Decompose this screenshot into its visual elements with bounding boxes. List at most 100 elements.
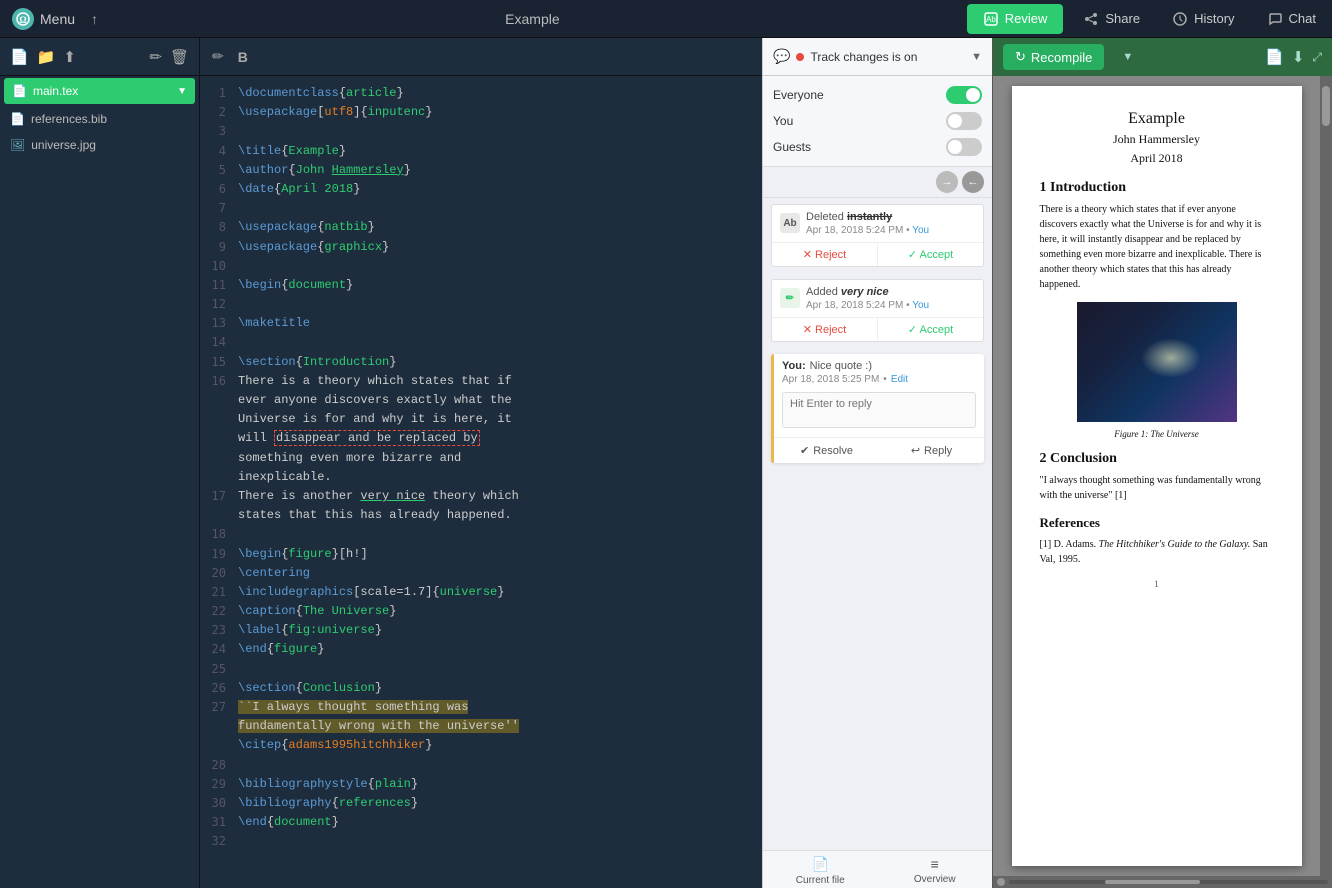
pdf-intro-text: There is a theory which states that if e… xyxy=(1040,202,1274,292)
deleted-reject-button[interactable]: ✕ Reject xyxy=(772,243,878,266)
scroll-right-icon[interactable]: → xyxy=(936,171,958,193)
reply-button[interactable]: ↩ Reply xyxy=(879,438,984,463)
code-line-27c: \citep{adams1995hitchhiker} xyxy=(238,736,754,755)
current-file-label: Current file xyxy=(796,875,845,886)
code-line-30: \bibliography{references} xyxy=(238,794,754,813)
code-line-15: \section{Introduction} xyxy=(238,353,754,372)
code-content[interactable]: \documentclass{article} \usepackage[utf8… xyxy=(230,76,762,888)
track-dropdown-icon[interactable]: ▼ xyxy=(971,51,982,63)
scroll-left-arrow[interactable] xyxy=(997,878,1005,886)
deleted-change-header: Ab Deleted instantly Apr 18, 2018 5:24 P… xyxy=(772,205,983,242)
comment-author: You: xyxy=(782,360,806,372)
guests-toggle[interactable] xyxy=(946,138,982,156)
comment-edit-link[interactable]: Edit xyxy=(891,374,908,385)
bold-icon[interactable]: B xyxy=(234,45,252,69)
line-numbers: 12345 678910 1112131415 16 17 18 1920212… xyxy=(200,76,230,888)
track-dot xyxy=(796,53,804,61)
code-line-17b: states that this has already happened. xyxy=(238,506,754,525)
added-change-text: Added very nice Apr 18, 2018 5:24 PM • Y… xyxy=(806,286,975,311)
reply-icon: ↩ xyxy=(911,444,920,457)
brand-icon: Ω xyxy=(12,8,34,30)
sidebar-item-references-bib[interactable]: 📄 references.bib xyxy=(0,106,199,132)
pdf-date: April 2018 xyxy=(1040,151,1274,166)
added-change-card: ✏ Added very nice Apr 18, 2018 5:24 PM •… xyxy=(771,279,984,342)
code-line-8: \usepackage{natbib} xyxy=(238,218,754,237)
code-line-11: \begin{document} xyxy=(238,276,754,295)
track-changes-label: Track changes is on xyxy=(810,50,965,64)
pdf-download-icon[interactable]: ⬇ xyxy=(1292,48,1305,66)
comment-body: Nice quote :) xyxy=(810,360,872,372)
pdf-bottom-scrollbar[interactable] xyxy=(993,876,1332,888)
pdf-title: Example xyxy=(1040,110,1274,128)
chat-button[interactable]: Chat xyxy=(1251,0,1332,38)
overview-nav[interactable]: ≡ Overview xyxy=(878,851,993,888)
upload-icon[interactable]: ⬆ xyxy=(63,48,76,66)
recompile-button[interactable]: ↻ Recompile xyxy=(1003,44,1104,70)
editor-content[interactable]: 12345 678910 1112131415 16 17 18 1920212… xyxy=(200,76,762,888)
sidebar-item-universe-jpg[interactable]: 🖼 universe.jpg xyxy=(0,132,199,158)
comment-reply-input[interactable] xyxy=(782,392,976,428)
code-line-20: \centering xyxy=(238,564,754,583)
brand-menu[interactable]: Ω Menu xyxy=(0,8,87,30)
pdf-conclusion-text: "I always thought something was fundamen… xyxy=(1040,473,1274,503)
deleted-accept-button[interactable]: ✓ Accept xyxy=(878,243,983,266)
history-button[interactable]: History xyxy=(1156,0,1250,38)
pencil-icon[interactable]: ✏ xyxy=(208,44,228,69)
bib-file-icon: 📄 xyxy=(10,112,25,126)
delete-icon[interactable]: 🗑 xyxy=(170,48,189,66)
overview-icon: ≡ xyxy=(931,856,939,872)
svg-text:Ω: Ω xyxy=(19,15,26,25)
added-change-buttons: ✕ Reject ✓ Accept xyxy=(772,317,983,341)
chat-icon xyxy=(1267,11,1283,27)
code-line-27b: fundamentally wrong with the universe'' xyxy=(238,717,754,736)
recompile-dropdown-icon[interactable]: ▼ xyxy=(1112,38,1143,76)
resolve-button[interactable]: ✔ Resolve xyxy=(774,438,879,463)
code-line-23: \label{fig:universe} xyxy=(238,621,754,640)
sidebar-toolbar: 📄 📁 ⬆ ✏ 🗑 xyxy=(0,38,199,76)
panel-bottom-nav: 📄 Current file ≡ Overview xyxy=(763,850,992,888)
share-button[interactable]: Share xyxy=(1067,0,1156,38)
everyone-toggle[interactable] xyxy=(946,86,982,104)
pdf-ref1: [1] D. Adams. The Hitchhiker's Guide to … xyxy=(1040,537,1274,567)
pdf-expand-icon[interactable]: ⤢ xyxy=(1312,50,1322,65)
main-area: 📄 📁 ⬆ ✏ 🗑 📄 main.tex ▼ 📄 references.bib … xyxy=(0,38,1332,888)
pdf-section2: 2 Conclusion xyxy=(1040,451,1274,467)
code-line-13: \maketitle xyxy=(238,314,754,333)
added-accept-button[interactable]: ✓ Accept xyxy=(878,318,983,341)
code-line-4: \title{Example} xyxy=(238,142,754,161)
pdf-image xyxy=(1077,302,1237,422)
toggle-row-guests: Guests xyxy=(773,134,982,160)
review-button[interactable]: Ab Review xyxy=(967,4,1064,34)
pdf-scrollbar[interactable] xyxy=(1320,76,1332,876)
you-toggle[interactable] xyxy=(946,112,982,130)
pdf-references-title: References xyxy=(1040,515,1274,531)
code-line-16d: will disappear and be replaced by xyxy=(238,429,754,448)
current-file-nav[interactable]: 📄 Current file xyxy=(763,851,878,888)
new-folder-icon[interactable]: 📁 xyxy=(37,48,56,66)
svg-text:Ab: Ab xyxy=(986,15,996,24)
resolve-icon: ✔ xyxy=(800,444,809,457)
code-line-25 xyxy=(238,660,754,679)
code-line-1: \documentclass{article} xyxy=(238,84,754,103)
code-line-29: \bibliographystyle{plain} xyxy=(238,775,754,794)
deleted-change-buttons: ✕ Reject ✓ Accept xyxy=(772,242,983,266)
added-action-label: Added very nice xyxy=(806,286,975,298)
img-file-icon: 🖼 xyxy=(10,138,25,152)
history-icon xyxy=(1172,11,1188,27)
pdf-scrollbar-thumb[interactable] xyxy=(1322,86,1330,126)
history-back-icon[interactable]: ↑ xyxy=(87,11,102,27)
code-line-2: \usepackage[utf8]{inputenc} xyxy=(238,103,754,122)
new-file-icon[interactable]: 📄 xyxy=(10,48,29,66)
deleted-change-text: Deleted instantly Apr 18, 2018 5:24 PM •… xyxy=(806,211,975,236)
deleted-change-card: Ab Deleted instantly Apr 18, 2018 5:24 P… xyxy=(771,204,984,267)
deleted-action-label: Deleted instantly xyxy=(806,211,975,223)
code-line-27a: ``I always thought something was xyxy=(238,698,754,717)
code-line-18 xyxy=(238,525,754,544)
edit-icon[interactable]: ✏ xyxy=(149,48,162,66)
pdf-view-icon[interactable]: 📄 xyxy=(1265,48,1284,66)
deleted-change-meta: Apr 18, 2018 5:24 PM • You xyxy=(806,225,975,236)
added-reject-button[interactable]: ✕ Reject xyxy=(772,318,878,341)
code-line-21: \includegraphics[scale=1.7]{universe} xyxy=(238,583,754,602)
scroll-left-icon[interactable]: ← xyxy=(962,171,984,193)
sidebar-item-main-tex[interactable]: 📄 main.tex ▼ xyxy=(4,78,195,104)
